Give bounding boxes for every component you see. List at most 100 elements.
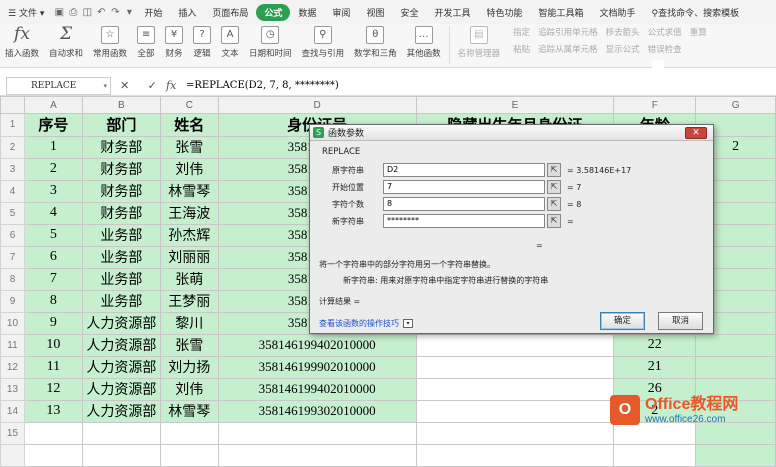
cancel-button[interactable]: 取消 [658,312,703,330]
cell[interactable]: 黎川 [159,311,219,335]
arg-input-new-text[interactable]: ******** [383,214,545,228]
math-button[interactable]: θ 数学和三角 [349,26,402,59]
cell[interactable]: 刘丽丽 [159,245,219,269]
paste-button[interactable]: 粘贴 [513,43,530,55]
row-header[interactable]: 15 [0,421,25,445]
row-header[interactable]: 1 [0,113,25,137]
cell[interactable]: 财务部 [81,157,161,181]
column-header[interactable]: G [695,96,776,114]
cell[interactable] [613,443,697,467]
cell[interactable]: 林雪琴 [159,399,219,423]
cell[interactable] [81,443,161,467]
cell[interactable]: 张雪 [159,333,219,357]
tab-formulas[interactable]: 公式 [256,3,291,21]
row-header[interactable] [0,443,25,467]
cell[interactable]: 4 [23,201,83,225]
cell[interactable]: 孙杰辉 [159,223,219,247]
column-header[interactable]: E [415,96,615,114]
cell[interactable]: 1 [23,135,83,159]
column-header[interactable]: A [23,96,83,114]
confirm-icon[interactable]: ✓ [148,79,157,92]
tab-insert[interactable]: 插入 [170,6,204,19]
cell[interactable] [159,443,219,467]
header-cell[interactable]: 姓名 [159,113,219,137]
undo-icon[interactable]: ↶ [94,7,108,18]
row-header[interactable]: 8 [0,267,25,291]
cell[interactable] [415,443,615,467]
logic-button[interactable]: ? 逻辑 [188,26,216,59]
finance-button[interactable]: ¥ 财务 [160,26,188,59]
trace-precedents-button[interactable]: 追踪引用单元格 [538,26,598,38]
cell[interactable]: 5 [23,223,83,247]
range-picker-icon[interactable]: ⇱ [547,197,561,211]
cell[interactable]: 人力资源部 [81,311,161,335]
text-button[interactable]: A 文本 [216,26,244,59]
cell[interactable]: 22 [613,333,697,357]
cell[interactable]: 13 [23,399,83,423]
cell[interactable]: 11 [23,355,83,379]
tab-smart-tools[interactable]: 智能工具箱 [531,6,592,19]
row-header[interactable]: 4 [0,179,25,203]
cell[interactable]: 2 [23,157,83,181]
autosum-button[interactable]: Σ 自动求和 [44,26,88,60]
column-header[interactable]: B [81,96,161,114]
row-header[interactable]: 2 [0,135,25,159]
arg-input-num-chars[interactable]: 8 [383,197,545,211]
fx-icon[interactable]: fx [166,79,182,92]
cell[interactable]: 林雪琴 [159,179,219,203]
close-button[interactable]: ✕ [685,127,707,139]
cell[interactable] [415,333,615,357]
cell[interactable]: 358146199402010000 [217,377,417,401]
header-cell[interactable]: 部门 [81,113,161,137]
cell[interactable]: 财务部 [81,201,161,225]
select-all-corner[interactable] [0,96,25,114]
cell[interactable]: 业务部 [81,267,161,291]
all-functions-button[interactable]: ≡ 全部 [132,26,160,59]
row-header[interactable]: 10 [0,311,25,335]
tab-security[interactable]: 安全 [392,6,426,19]
cell[interactable]: 刘力扬 [159,355,219,379]
cell[interactable]: 358146199902010000 [217,355,417,379]
cell[interactable] [415,399,615,423]
search-command[interactable]: ⚲查找命令、搜索模板 [644,6,748,19]
datetime-button[interactable]: ◷ 日期和时间 [244,26,297,59]
arg-input-start-num[interactable]: 7 [383,180,545,194]
cell[interactable] [23,421,83,445]
tab-home[interactable]: 开始 [136,6,170,19]
cancel-icon[interactable]: ✕ [120,79,129,92]
row-header[interactable]: 11 [0,333,25,357]
remove-arrows-button[interactable]: 移去箭头 [606,26,640,38]
row-header[interactable]: 5 [0,201,25,225]
specify-button[interactable]: 指定 [513,26,530,38]
chevron-down-icon[interactable]: ▾ [103,78,107,94]
cell[interactable] [415,377,615,401]
print-preview-icon[interactable]: ◫ [80,7,94,18]
save-icon[interactable]: ▣ [52,7,66,18]
trace-dependents-button[interactable]: 追踪从属单元格 [538,43,598,55]
tab-data[interactable]: 数据 [290,6,324,19]
insert-function-button[interactable]: fx 插入函数 [0,26,44,60]
cell[interactable] [415,355,615,379]
range-picker-icon[interactable]: ⇱ [547,163,561,177]
redo-icon[interactable]: ↷ [108,7,122,18]
row-header[interactable]: 3 [0,157,25,181]
tab-developer[interactable]: 开发工具 [426,6,478,19]
cell[interactable]: 王海波 [159,201,219,225]
tab-features[interactable]: 特色功能 [478,6,530,19]
error-check-button[interactable]: 错误检查 [648,43,682,55]
tab-review[interactable]: 审阅 [324,6,358,19]
menu-file[interactable]: ☰ 文件 ▾ [0,6,52,19]
cell[interactable]: 业务部 [81,245,161,269]
cell[interactable]: 财务部 [81,135,161,159]
row-header[interactable]: 9 [0,289,25,313]
cell[interactable] [159,421,219,445]
cell[interactable]: 21 [613,355,697,379]
chevron-down-icon[interactable]: ▾ [403,319,413,328]
cell[interactable]: 业务部 [81,223,161,247]
common-functions-button[interactable]: ☆ 常用函数 [88,26,132,59]
cell[interactable]: 张萌 [159,267,219,291]
cell[interactable]: 业务部 [81,289,161,313]
cell[interactable] [695,443,776,467]
row-header[interactable]: 14 [0,399,25,423]
recalculate-button[interactable]: 重算 [690,26,707,38]
